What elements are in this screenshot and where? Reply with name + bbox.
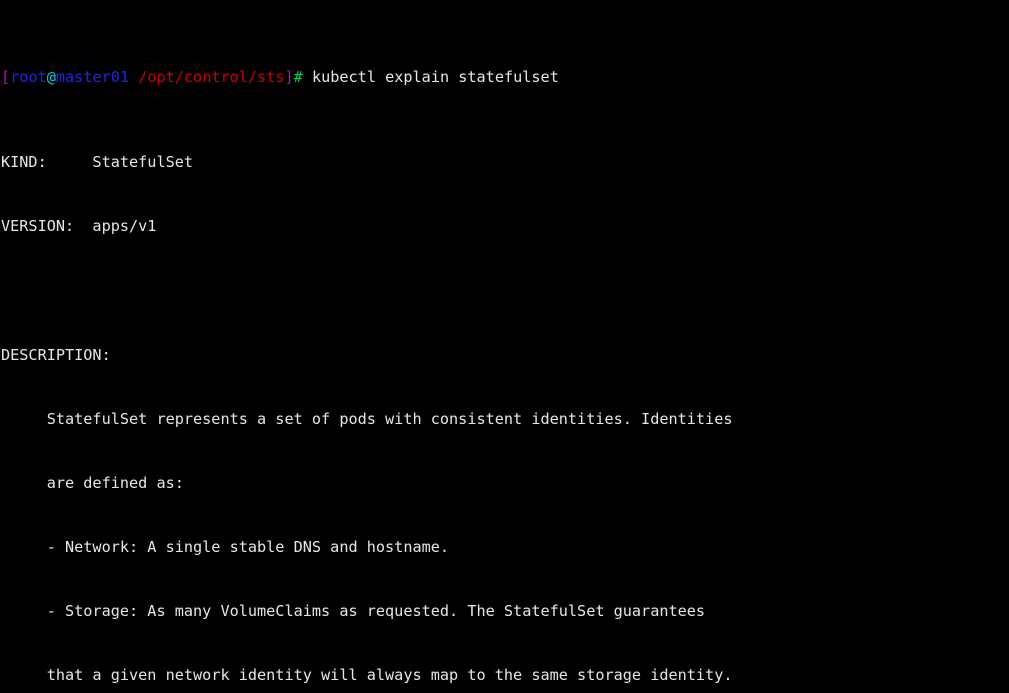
prompt-user-text: root (10, 68, 47, 87)
prompt-bracket-open-text: [ (1, 68, 11, 87)
prompt-bracket-close-text: ] (284, 68, 294, 87)
prompt-path-text: /opt/control/sts (129, 68, 285, 87)
output-line-description-2: are defined as: (1, 473, 184, 492)
prompt-host-text: master01 (55, 68, 130, 87)
command-text: kubectl explain statefulset (302, 68, 559, 87)
output-line-description-1: StatefulSet represents a set of pods wit… (1, 409, 733, 428)
terminal-screen[interactable]: [root@master01 /opt/control/sts]# kubect… (0, 0, 1009, 693)
prompt-sigil-text: # (293, 68, 303, 87)
output-line-description-network: - Network: A single stable DNS and hostn… (1, 537, 450, 556)
output-line-description-header: DESCRIPTION: (1, 345, 111, 364)
output-line-description-storage: - Storage: As many VolumeClaims as reque… (1, 601, 706, 620)
output-line-description-3: that a given network identity will alway… (1, 665, 733, 684)
prompt-at-symbol: @ (46, 68, 56, 87)
prompt-line: [root@master01 /opt/control/sts]# kubect… (1, 67, 1009, 88)
output-line-blank-1 (1, 280, 1009, 301)
output-line-version: VERSION: apps/v1 (1, 217, 157, 236)
output-line-kind: KIND: StatefulSet (1, 153, 194, 172)
